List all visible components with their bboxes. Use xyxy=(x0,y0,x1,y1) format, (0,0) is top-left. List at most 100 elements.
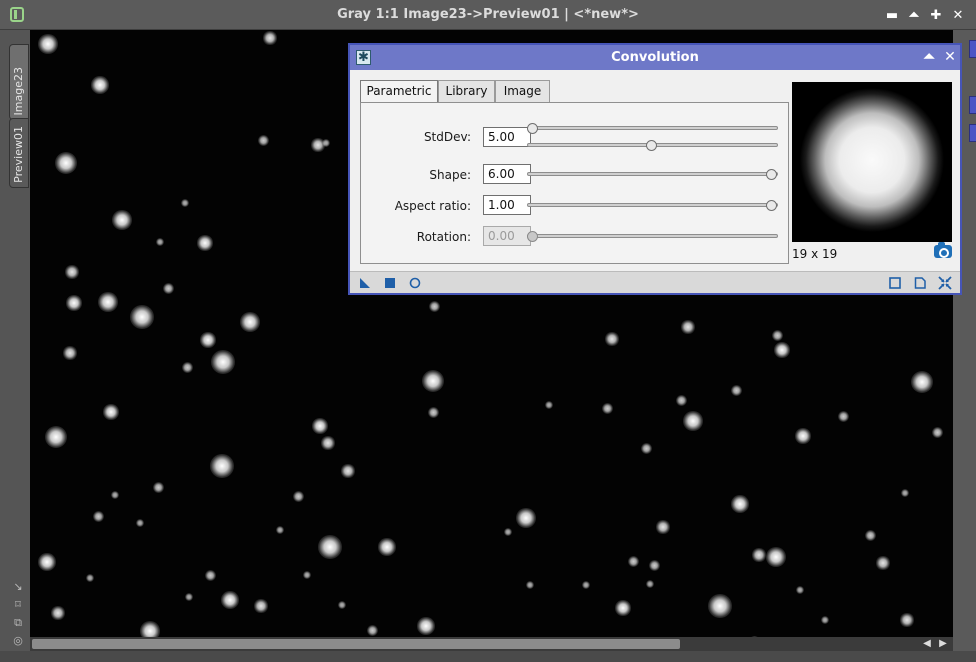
star xyxy=(51,606,65,620)
tab-library[interactable]: Library xyxy=(438,80,495,102)
aspect-ratio-thumb[interactable] xyxy=(766,200,777,211)
star xyxy=(627,555,639,567)
star xyxy=(601,402,613,414)
star xyxy=(312,418,328,434)
new-instance-icon[interactable] xyxy=(358,276,372,290)
star xyxy=(103,404,119,420)
star xyxy=(931,426,943,438)
tab-image23-label: Image23 xyxy=(12,66,25,115)
stddev-fine-slider[interactable] xyxy=(527,126,778,130)
close-icon[interactable]: ✕ xyxy=(951,9,965,23)
star xyxy=(503,527,513,537)
star xyxy=(292,490,304,502)
kernel-preview xyxy=(792,82,952,242)
target-icon[interactable]: ◎ xyxy=(12,635,24,647)
fit-view-icon[interactable]: ⌑ xyxy=(12,599,24,611)
tab-image23[interactable]: Image23 xyxy=(9,44,29,120)
app-root: Gray 1:1 Image23->Preview01 | <*new*> ▬ … xyxy=(0,0,976,662)
tab-parametric[interactable]: Parametric xyxy=(360,80,438,103)
star xyxy=(112,210,132,230)
star xyxy=(63,346,77,360)
side-chip[interactable] xyxy=(969,124,976,142)
image-window-title: Gray 1:1 Image23->Preview01 | <*new*> xyxy=(337,7,639,22)
star xyxy=(92,510,104,522)
star xyxy=(162,282,174,294)
shade-icon[interactable]: ⏶ xyxy=(907,9,921,23)
dialog-bottom-bar xyxy=(350,271,960,293)
aspect-ratio-slider[interactable] xyxy=(527,203,778,207)
star xyxy=(864,529,876,541)
stddev-fine-thumb[interactable] xyxy=(527,123,538,134)
star xyxy=(135,518,145,528)
star xyxy=(900,613,914,627)
stddev-coarse-thumb[interactable] xyxy=(646,140,657,151)
side-chip[interactable] xyxy=(969,96,976,114)
horizontal-scrollbar[interactable] xyxy=(30,637,953,651)
star xyxy=(516,508,536,528)
star xyxy=(900,488,910,498)
dialog-shade-icon[interactable]: ⏶ xyxy=(922,50,936,64)
preview-icon[interactable] xyxy=(888,276,902,290)
reset-icon[interactable] xyxy=(408,276,422,290)
image-window-titlebar[interactable]: Gray 1:1 Image23->Preview01 | <*new*> ▬ … xyxy=(0,0,976,30)
star xyxy=(820,615,830,625)
star xyxy=(681,320,695,334)
star xyxy=(417,617,435,635)
side-chip[interactable] xyxy=(969,40,976,58)
star xyxy=(129,304,155,330)
minimize-icon[interactable]: ▬ xyxy=(885,9,899,23)
shape-slider[interactable] xyxy=(527,172,778,176)
star xyxy=(337,600,347,610)
rotation-slider xyxy=(527,234,778,238)
collapse-icon[interactable] xyxy=(938,276,952,290)
document-icon[interactable] xyxy=(913,276,927,290)
star xyxy=(731,495,749,513)
star xyxy=(155,237,165,247)
star xyxy=(581,580,591,590)
star xyxy=(275,525,285,535)
star xyxy=(730,384,742,396)
stddev-input[interactable]: 5.00 xyxy=(483,127,531,147)
shape-input[interactable]: 6.00 xyxy=(483,164,531,184)
scrollbar-thumb[interactable] xyxy=(32,639,680,649)
dialog-title: Convolution xyxy=(611,50,699,65)
star xyxy=(55,152,77,174)
star xyxy=(98,292,118,312)
tab-image[interactable]: Image xyxy=(495,80,550,102)
dialog-close-icon[interactable]: ✕ xyxy=(943,50,957,64)
star xyxy=(640,442,652,454)
star xyxy=(615,600,631,616)
aspect-ratio-input[interactable]: 1.00 xyxy=(483,195,531,215)
star xyxy=(427,406,439,418)
star xyxy=(428,300,440,312)
convolution-dialog: ✱ Convolution ⏶ ✕ Parametric Library Ima… xyxy=(348,43,962,295)
tab-preview01-label: Preview01 xyxy=(12,126,25,183)
camera-icon[interactable] xyxy=(934,242,952,258)
star xyxy=(321,436,335,450)
star xyxy=(752,548,766,562)
star xyxy=(795,428,811,444)
star xyxy=(152,481,164,493)
shape-thumb[interactable] xyxy=(766,169,777,180)
duplicate-icon[interactable]: ⧉ xyxy=(12,617,24,629)
apply-global-icon[interactable] xyxy=(383,276,397,290)
star xyxy=(38,34,58,54)
maximize-icon[interactable]: ✚ xyxy=(929,9,943,23)
parametric-panel: StdDev: 5.00 Shape: 6.00 Aspect ratio: 1… xyxy=(360,102,789,264)
kernel-size-label: 19 x 19 xyxy=(792,247,838,261)
scroll-left-icon[interactable]: ◀ xyxy=(922,638,932,650)
star xyxy=(184,592,194,602)
star xyxy=(257,134,269,146)
cursor-icon[interactable]: ↘ xyxy=(12,581,24,593)
star xyxy=(911,371,933,393)
star xyxy=(544,400,554,410)
tab-preview01[interactable]: Preview01 xyxy=(9,118,29,188)
scroll-right-icon[interactable]: ▶ xyxy=(938,638,948,650)
star xyxy=(378,538,396,556)
star xyxy=(771,329,783,341)
rotation-thumb xyxy=(527,231,538,242)
star xyxy=(240,312,260,332)
star xyxy=(221,591,239,609)
bottom-strip xyxy=(0,651,976,662)
dialog-titlebar[interactable]: ✱ Convolution ⏶ ✕ xyxy=(350,45,960,70)
